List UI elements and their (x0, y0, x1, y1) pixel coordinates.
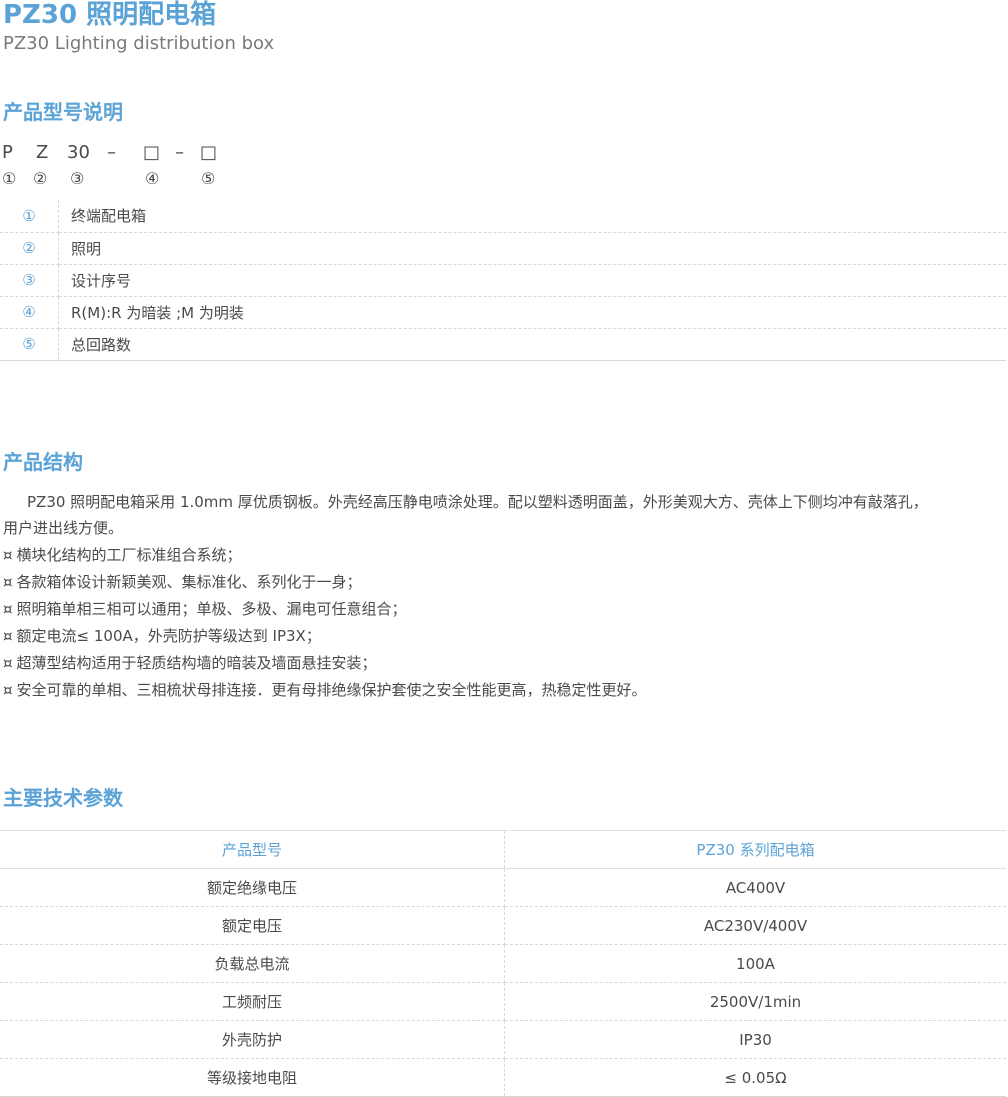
param-name: 工频耐压 (0, 982, 505, 1021)
structure-section-heading: 产品结构 (3, 450, 83, 474)
legend-number: ① (0, 200, 59, 233)
code-box-2: □ (200, 142, 218, 163)
bullet-text: 照明箱单相三相可以通用；单极、多极、漏电可任意组合； (16, 600, 407, 618)
bullet-text: 各款箱体设计新颖美观、集标准化、系列化于一身； (16, 573, 362, 591)
bullet-mark: ¤ (3, 573, 13, 591)
spec-table: 产品型号 PZ30 系列配电箱 额定绝缘电压 AC400V 额定电压 AC230… (0, 830, 1006, 1097)
legend-description: 终端配电箱 (58, 200, 1006, 233)
legend-row: ③ 设计序号 (0, 264, 1006, 297)
marker-4: ④ (145, 169, 160, 188)
model-section-heading: 产品型号说明 (3, 100, 123, 124)
structure-feature-list: ¤ 横块化结构的工厂标准组合系统； ¤ 各款箱体设计新颖美观、集标准化、系列化于一身… (3, 542, 647, 704)
structure-paragraph-line2: 用户进出线方便。 (3, 519, 124, 537)
param-value: 2500V/1min (504, 982, 1006, 1021)
column-header-series: PZ30 系列配电箱 (504, 830, 1006, 869)
legend-description: 总回路数 (58, 328, 1006, 361)
param-name: 外壳防护 (0, 1020, 505, 1059)
list-item: ¤ 超薄型结构适用于轻质结构墙的暗装及墙面悬挂安装； (3, 650, 647, 677)
marker-1: ① (2, 169, 17, 188)
legend-number: ③ (0, 264, 59, 297)
bullet-text: 安全可靠的单相、三相梳状母排连接．更有母排绝缘保护套使之安全性能更高，热稳定性更… (16, 681, 647, 699)
param-value: IP30 (504, 1020, 1006, 1059)
bullet-text: 额定电流≤ 100A，外壳防护等级达到 IP3X； (16, 627, 321, 645)
list-item: ¤ 额定电流≤ 100A，外壳防护等级达到 IP3X； (3, 623, 647, 650)
code-dash-2: – (175, 142, 184, 163)
list-item: ¤ 各款箱体设计新颖美观、集标准化、系列化于一身； (3, 569, 647, 596)
param-name: 负载总电流 (0, 944, 505, 983)
bullet-mark: ¤ (3, 600, 13, 618)
table-header-row: 产品型号 PZ30 系列配电箱 (0, 830, 1006, 869)
legend-description: 设计序号 (58, 264, 1006, 297)
legend-number: ② (0, 232, 59, 265)
param-value: AC400V (504, 868, 1006, 907)
table-row: 负载总电流 100A (0, 944, 1006, 983)
legend-row: ② 照明 (0, 232, 1006, 265)
page-subtitle: PZ30 Lighting distribution box (3, 33, 275, 54)
legend-description: R(M):R 为暗装 ;M 为明装 (58, 296, 1006, 329)
table-row: 额定电压 AC230V/400V (0, 906, 1006, 945)
param-value: 100A (504, 944, 1006, 983)
table-row: 额定绝缘电压 AC400V (0, 868, 1006, 907)
code-box-1: □ (143, 142, 161, 163)
table-row: 等级接地电阻 ≤ 0.05Ω (0, 1058, 1006, 1097)
param-name: 额定电压 (0, 906, 505, 945)
marker-3: ③ (70, 169, 85, 188)
table-row: 工频耐压 2500V/1min (0, 982, 1006, 1021)
legend-description: 照明 (58, 232, 1006, 265)
param-name: 等级接地电阻 (0, 1058, 505, 1097)
structure-paragraph-line1: PZ30 照明配电箱采用 1.0mm 厚优质钢板。外壳经高压静电喷涂处理。配以塑… (27, 493, 928, 511)
marker-2: ② (33, 169, 48, 188)
bullet-text: 横块化结构的工厂标准组合系统； (16, 546, 242, 564)
bullet-mark: ¤ (3, 546, 13, 564)
model-legend-table: ① 终端配电箱 ② 照明 ③ 设计序号 ④ R(M):R 为暗装 ;M 为明装 … (0, 200, 1006, 361)
legend-number: ⑤ (0, 328, 59, 361)
bullet-mark: ¤ (3, 627, 13, 645)
code-part-30: 30 (67, 142, 90, 163)
legend-row: ① 终端配电箱 (0, 200, 1006, 233)
code-part-z: Z (36, 142, 49, 163)
list-item: ¤ 安全可靠的单相、三相梳状母排连接．更有母排绝缘保护套使之安全性能更高，热稳定性… (3, 677, 647, 704)
bullet-text: 超薄型结构适用于轻质结构墙的暗装及墙面悬挂安装； (16, 654, 377, 672)
marker-5: ⑤ (201, 169, 216, 188)
params-section-heading: 主要技术参数 (3, 786, 123, 810)
list-item: ¤ 照明箱单相三相可以通用；单极、多极、漏电可任意组合； (3, 596, 647, 623)
code-part-p: P (2, 142, 13, 163)
list-item: ¤ 横块化结构的工厂标准组合系统； (3, 542, 647, 569)
legend-row: ④ R(M):R 为暗装 ;M 为明装 (0, 296, 1006, 329)
table-row: 外壳防护 IP30 (0, 1020, 1006, 1059)
legend-row: ⑤ 总回路数 (0, 328, 1006, 361)
legend-number: ④ (0, 296, 59, 329)
code-dash-1: – (107, 142, 116, 163)
column-header-model: 产品型号 (0, 830, 505, 869)
bullet-mark: ¤ (3, 654, 13, 672)
param-name: 额定绝缘电压 (0, 868, 505, 907)
bullet-mark: ¤ (3, 681, 13, 699)
page-title: PZ30 照明配电箱 (3, 0, 217, 30)
param-value: ≤ 0.05Ω (504, 1058, 1006, 1097)
param-value: AC230V/400V (504, 906, 1006, 945)
